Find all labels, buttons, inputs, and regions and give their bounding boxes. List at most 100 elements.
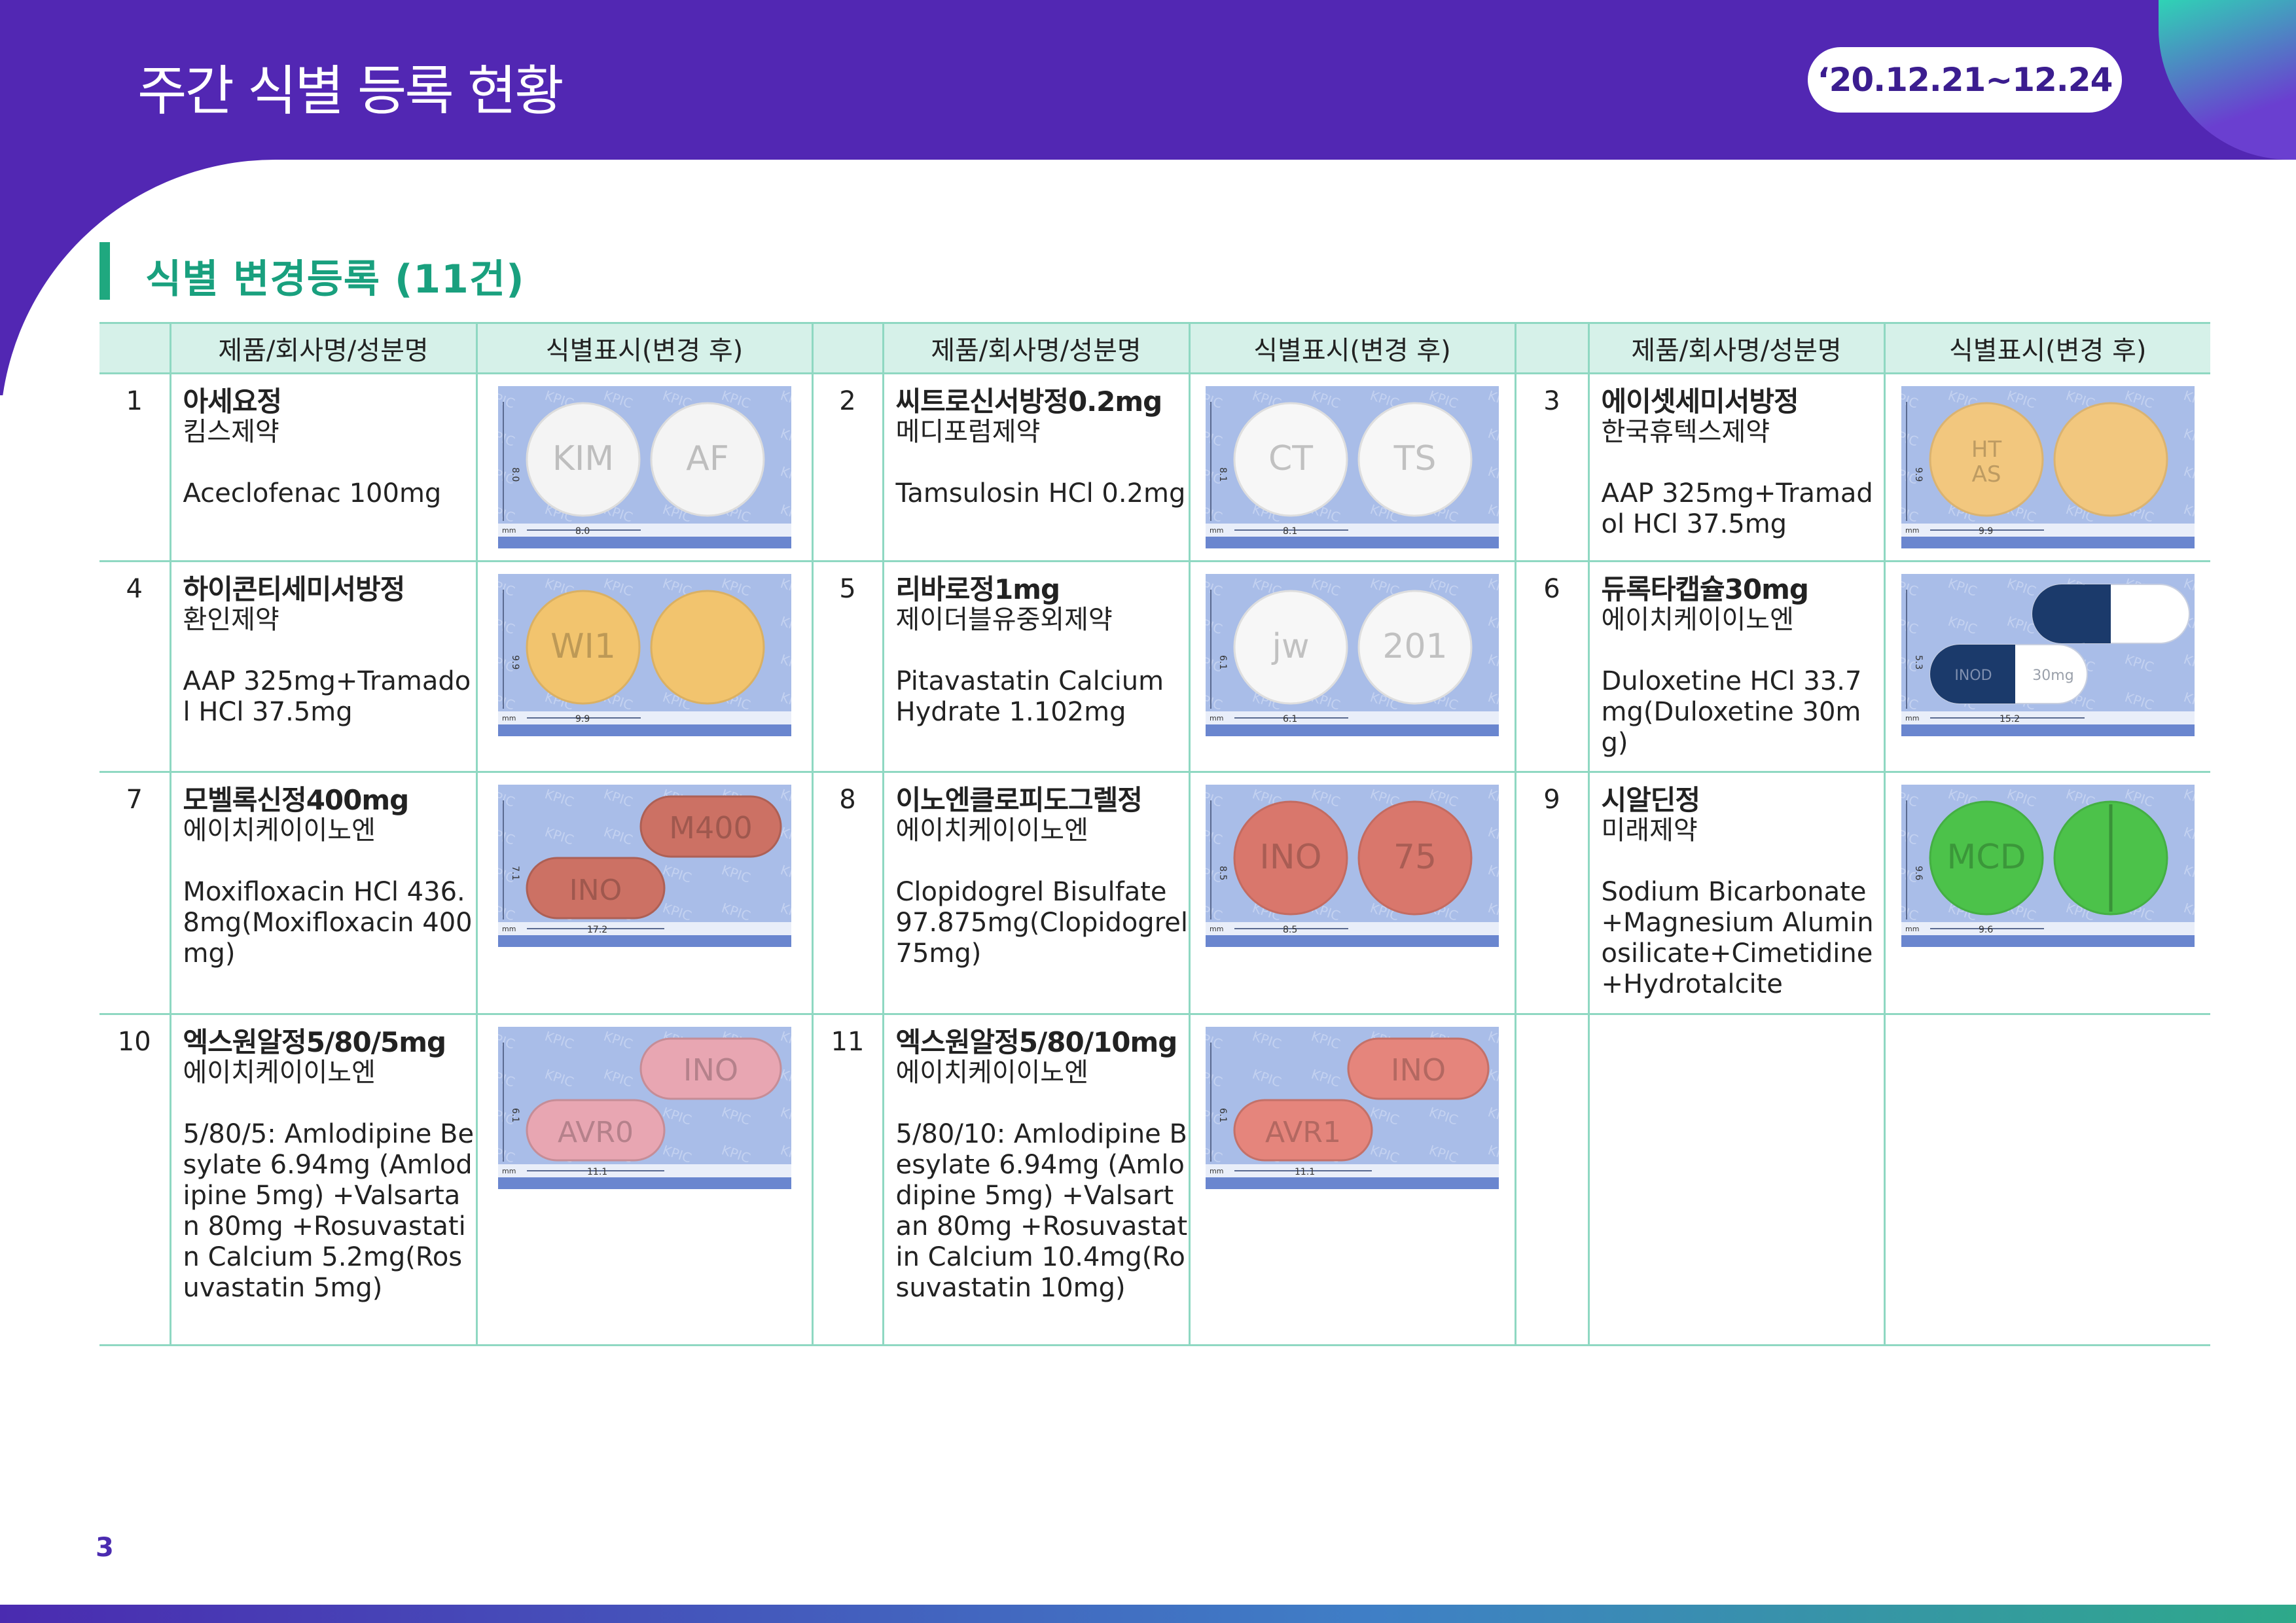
- ingredient: Clopidogrel Bisulfate 97.875mg(Clopidogr…: [895, 877, 1188, 969]
- svg-text:mm: mm: [1210, 526, 1223, 535]
- svg-text:mm: mm: [1905, 714, 1919, 722]
- svg-text:KPIC: KPIC: [778, 463, 791, 488]
- svg-text:KPIC: KPIC: [601, 1066, 634, 1090]
- svg-text:KPIC: KPIC: [2181, 463, 2195, 488]
- svg-text:KPIC: KPIC: [2181, 900, 2195, 924]
- svg-text:KPIC: KPIC: [2181, 387, 2195, 412]
- svg-text:KPIC: KPIC: [1250, 1028, 1283, 1052]
- company-name: 에이치케이이노엔: [895, 815, 1088, 846]
- svg-text:KPIC: KPIC: [543, 786, 575, 810]
- product-name: 모벨록신정400mg: [183, 784, 410, 816]
- svg-text:KPIC: KPIC: [1486, 463, 1499, 488]
- row-number: 7: [99, 772, 170, 1015]
- product-info: 아세요정 킴스제약 Aceclofenac 100mg: [169, 373, 476, 562]
- svg-text:KPIC: KPIC: [498, 1142, 517, 1166]
- svg-text:KPIC: KPIC: [1206, 425, 1225, 450]
- svg-text:KPIC: KPIC: [1206, 824, 1225, 848]
- product-name: 이노엔클로피도그렐정: [895, 784, 1143, 816]
- svg-text:KPIC: KPIC: [1486, 651, 1499, 675]
- svg-text:KPIC: KPIC: [498, 425, 517, 450]
- svg-text:KPIC: KPIC: [1946, 613, 1979, 637]
- row-number: 1: [99, 373, 170, 562]
- svg-text:KPIC: KPIC: [498, 900, 517, 924]
- product-info: 씨트로신서방정0.2mg 메디포럼제약 Tamsulosin HCl 0.2mg: [882, 373, 1189, 562]
- svg-text:KPIC: KPIC: [498, 501, 517, 526]
- front-marking: jw: [1272, 627, 1310, 666]
- header-marking: 식별표시(변경 후): [1188, 322, 1515, 374]
- svg-text:KPIC: KPIC: [1901, 613, 1920, 637]
- svg-text:KPIC: KPIC: [1309, 1066, 1342, 1090]
- ingredient: Sodium Bicarbonate +Magnesium Aluminosil…: [1601, 877, 1874, 999]
- row-number: 5: [811, 561, 883, 773]
- svg-text:KPIC: KPIC: [601, 786, 634, 810]
- svg-text:KPIC: KPIC: [778, 862, 791, 886]
- svg-text:KPIC: KPIC: [2181, 651, 2195, 675]
- svg-text:KPIC: KPIC: [778, 689, 791, 713]
- marking-image-cell: KPIC KPIC KPIC KPIC KPIC KPIC KPIC KPIC KPIC KPIC…: [1883, 373, 2210, 562]
- header-marking: 식별표시(변경 후): [1883, 322, 2210, 374]
- svg-text:KPIC: KPIC: [1946, 575, 1979, 599]
- svg-text:KPIC: KPIC: [719, 1142, 752, 1166]
- front-marking: INOD: [1954, 668, 1992, 684]
- back-marking: TS: [1393, 439, 1437, 478]
- svg-text:KPIC: KPIC: [1206, 1028, 1225, 1052]
- svg-text:KPIC: KPIC: [1368, 1142, 1401, 1166]
- svg-text:KPIC: KPIC: [498, 1066, 517, 1090]
- svg-text:KPIC: KPIC: [498, 824, 517, 848]
- pill-back: [2053, 402, 2168, 517]
- svg-text:KPIC: KPIC: [1206, 613, 1225, 637]
- svg-text:mm: mm: [502, 526, 516, 535]
- svg-text:KPIC: KPIC: [778, 900, 791, 924]
- size-label: 9.9: [575, 714, 590, 724]
- header-num: [811, 322, 883, 374]
- svg-text:KPIC: KPIC: [1486, 824, 1499, 848]
- header-num: [1514, 322, 1588, 374]
- size-label: 11.1: [1295, 1167, 1315, 1177]
- product-name: 하이콘티세미서방정: [183, 573, 406, 605]
- pill-photo: KPIC KPIC KPIC KPIC KPIC KPIC KPIC KPIC KPIC KPIC…: [1206, 1027, 1499, 1189]
- company-name: 에이치케이이노엔: [895, 1058, 1088, 1088]
- table-row: 10 엑스원알정5/80/5mg 에이치케이이노엔 5/80/5: Amlodipin…: [99, 1014, 2210, 1346]
- size-label: 8.5: [1283, 925, 1297, 935]
- size-label: 9.9: [1979, 526, 1993, 537]
- pill-photo: KPIC KPIC KPIC KPIC KPIC KPIC KPIC KPIC KPIC KPIC…: [497, 1027, 791, 1189]
- svg-text:KPIC: KPIC: [719, 1104, 752, 1128]
- company-name: 환인제약: [183, 605, 279, 635]
- table-row: 7 모벨록신정400mg 에이치케이이노엔 Moxifloxacin HCl 436.…: [99, 772, 2210, 1015]
- marking-image-cell: KPIC KPIC KPIC KPIC KPIC KPIC KPIC KPIC KPIC KPIC…: [1883, 561, 2210, 773]
- header-marking: 식별표시(변경 후): [475, 322, 812, 374]
- date-range-badge: ‘20.12.21~12.24: [1808, 47, 2122, 113]
- pill-photo: KPIC KPIC KPIC KPIC KPIC KPIC KPIC KPIC KPIC KPIC…: [497, 386, 791, 548]
- product-name: 시알딘정: [1601, 784, 1701, 816]
- section-title: 식별 변경등록 (11건): [145, 257, 525, 302]
- back-marking: 30mg: [2032, 668, 2073, 684]
- product-info: 엑스원알정5/80/5mg 에이치케이이노엔 5/80/5: Amlodipine …: [169, 1014, 476, 1346]
- svg-text:KPIC: KPIC: [778, 501, 791, 526]
- height-label: 6.1: [510, 1108, 520, 1122]
- height-label: 7.1: [510, 866, 520, 880]
- company-name: 메디포럼제약: [895, 417, 1041, 447]
- front-marking: WI1: [550, 627, 616, 666]
- size-label: 15.2: [2000, 714, 2020, 724]
- section-marker: [99, 242, 110, 300]
- svg-text:KPIC: KPIC: [2181, 824, 2195, 848]
- svg-text:KPIC: KPIC: [543, 1066, 575, 1090]
- header-product: 제품/회사명/성분명: [882, 322, 1189, 374]
- product-info: 하이콘티세미서방정 환인제약 AAP 325mg+Tramadol HCl 37.5…: [169, 561, 476, 773]
- ingredient: Aceclofenac 100mg: [183, 478, 442, 508]
- svg-text:KPIC: KPIC: [1206, 689, 1225, 713]
- product-name: 아세요정: [183, 385, 283, 418]
- height-label: 6.1: [1217, 1108, 1228, 1122]
- svg-text:KPIC: KPIC: [1486, 862, 1499, 886]
- marking-image-cell: KPIC KPIC KPIC KPIC KPIC KPIC KPIC KPIC KPIC KPIC…: [1883, 772, 2210, 1015]
- svg-text:KPIC: KPIC: [1206, 501, 1225, 526]
- table-row: 1 아세요정 킴스제약 Aceclofenac 100mg KPIC KPIC KPIC KP…: [99, 373, 2210, 562]
- svg-text:KPIC: KPIC: [778, 575, 791, 599]
- front-marking: KIM: [552, 439, 613, 478]
- svg-text:KPIC: KPIC: [498, 387, 517, 412]
- back-marking: AVR1: [1265, 1116, 1341, 1149]
- svg-text:KPIC: KPIC: [1250, 1066, 1283, 1090]
- row-number: 9: [1514, 772, 1588, 1015]
- svg-text:KPIC: KPIC: [1427, 1142, 1460, 1166]
- footer-bar: [0, 1605, 2296, 1623]
